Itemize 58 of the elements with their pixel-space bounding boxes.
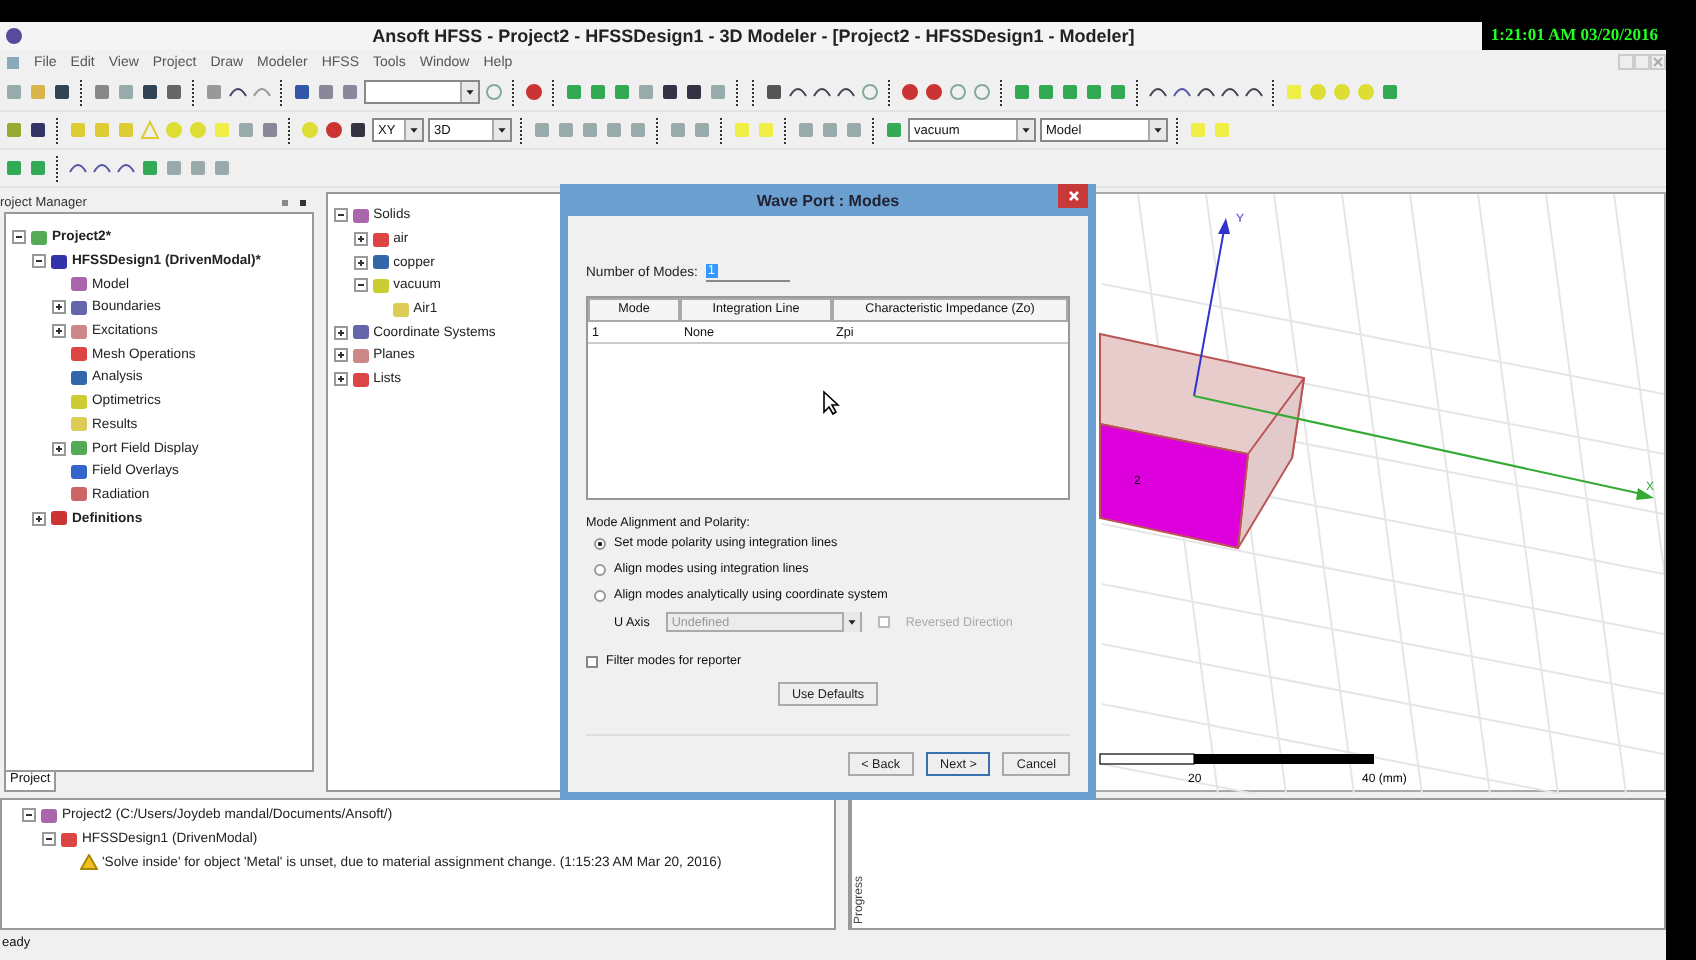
clock-overlay: 1:21:01 AM 03/20/2016 [1482, 22, 1666, 50]
collapse-toggle-icon[interactable] [333, 208, 348, 223]
node-icon [70, 276, 88, 293]
line-icon[interactable] [1148, 82, 1168, 102]
triangle-icon[interactable] [140, 120, 160, 140]
close-icon[interactable] [1067, 190, 1079, 202]
wave-icon[interactable] [1172, 82, 1192, 102]
node-icon [70, 346, 88, 363]
node-icon [70, 463, 88, 480]
node-icon [70, 416, 88, 433]
expand-toggle-icon[interactable] [333, 372, 348, 387]
radio-button[interactable] [594, 589, 606, 601]
collapse-toggle-icon[interactable] [32, 254, 46, 269]
node-icon [70, 369, 88, 386]
expand-toggle-icon[interactable] [32, 511, 46, 526]
node-icon [70, 393, 88, 410]
radio-button[interactable] [594, 537, 606, 549]
expand-toggle-icon[interactable] [52, 300, 66, 315]
window-controls-icon[interactable] [1618, 54, 1666, 70]
collapse-toggle-icon[interactable] [22, 808, 36, 823]
node-icon [351, 371, 370, 388]
node-icon [60, 831, 78, 848]
window-title: Ansoft HFSS - Project2 - HFSSDesign1 - 3D Modeler - [Project2 - HFSSDesign1 - Modeler] [370, 26, 1137, 46]
node-icon [371, 254, 390, 271]
document-icon [6, 55, 20, 69]
dot-icon[interactable] [324, 120, 344, 140]
node-icon [40, 807, 58, 824]
node-icon [351, 207, 370, 224]
node-icon [50, 510, 68, 527]
expand-toggle-icon[interactable] [52, 324, 66, 339]
app-logo-icon [4, 26, 24, 46]
node-icon [70, 440, 88, 457]
dot-icon[interactable] [900, 82, 920, 102]
radio-button[interactable] [594, 563, 606, 575]
close-button[interactable] [1058, 184, 1088, 208]
expand-toggle-icon[interactable] [353, 255, 368, 270]
dot-icon[interactable] [924, 82, 944, 102]
node-icon [70, 299, 88, 316]
collapse-toggle-icon[interactable] [353, 278, 368, 293]
pin-icon[interactable] [279, 197, 308, 207]
node-icon [351, 347, 370, 364]
mouse-pointer-icon [822, 390, 840, 416]
expand-toggle-icon[interactable] [52, 441, 66, 456]
node-icon [371, 277, 390, 294]
collapse-toggle-icon[interactable] [42, 832, 56, 847]
expand-toggle-icon[interactable] [333, 348, 348, 363]
node-icon [391, 301, 410, 318]
node-icon [371, 231, 390, 248]
collapse-toggle-icon[interactable] [12, 230, 26, 245]
checkbox[interactable] [586, 655, 598, 667]
node-icon [50, 253, 68, 270]
node-icon [70, 486, 88, 503]
expand-toggle-icon[interactable] [333, 325, 348, 340]
warning-icon [80, 854, 98, 871]
node-icon [30, 229, 48, 246]
expand-toggle-icon[interactable] [353, 232, 368, 247]
node-icon [351, 324, 370, 341]
node-icon [70, 323, 88, 340]
